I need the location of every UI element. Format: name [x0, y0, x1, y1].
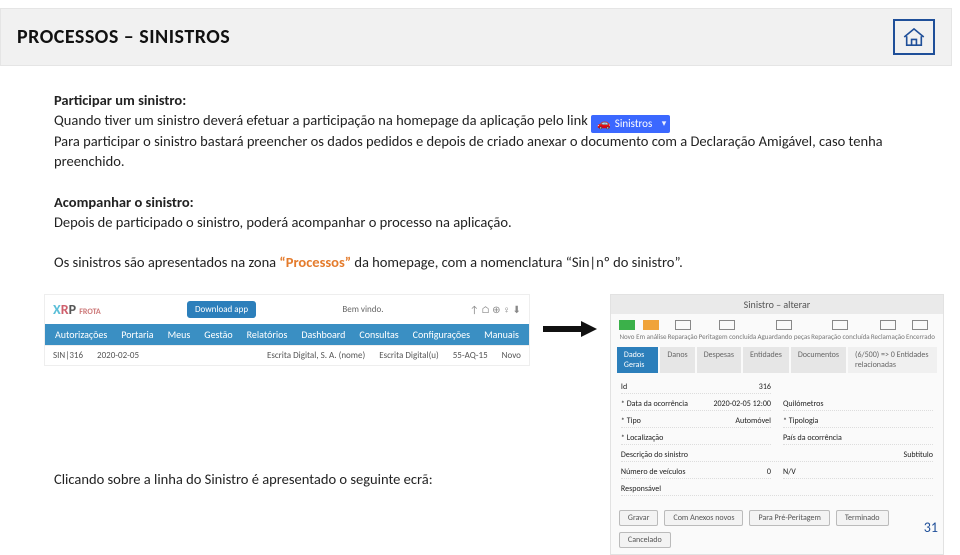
sinistros-link-button[interactable]: 🚗 Sinistros [591, 115, 670, 133]
table-row[interactable]: SIN|3162020-02-05Escrita Digital, S. A. … [45, 345, 529, 365]
highlight-processos: “Processos” [279, 253, 351, 271]
top-icons: ↑ ⌂ ⊕ ♀ ⬇ [470, 303, 521, 316]
heading-participar: Participar um sinistro: [54, 91, 186, 109]
text-line: Os sinistros são apresentados na zona [54, 253, 279, 271]
detail-action-buttons[interactable]: Gravar Com Anexos novos Para Pré-Peritag… [611, 504, 943, 554]
download-app-button[interactable]: Download app [187, 301, 256, 318]
main-menu[interactable]: AutorizaçõesPortariaMeusGestãoRelatórios… [45, 324, 529, 345]
home-icon[interactable] [893, 19, 935, 55]
text-line: Depois de participado o sinistro, poderá… [54, 213, 512, 231]
workflow-steps: Novo Em análise Reparação Peritagem conc… [611, 314, 943, 347]
xrp-logo: XRP FROTA [53, 301, 101, 318]
text-line: da homepage, com a nomenclatura “Sin|nº … [351, 253, 683, 271]
screenshot-sinistro-detail: Sinistro – alterar Novo Em análise Repar… [610, 294, 944, 555]
screenshots-row: XRP FROTA Download app Bem vindo. ↑ ⌂ ⊕ … [0, 292, 960, 555]
detail-title: Sinistro – alterar [611, 295, 943, 314]
footer-instruction: Clicando sobre a linha do Sinistro é apr… [54, 470, 433, 488]
page-number: 31 [924, 519, 938, 536]
title-bar: PROCESSOS – SINISTROS [0, 8, 952, 66]
arrow-icon [540, 320, 600, 338]
text-line: Quando tiver um sinistro deverá efetuar … [54, 111, 588, 129]
welcome-text: Bem vindo. [342, 304, 383, 315]
content-area: Participar um sinistro: Quando tiver um … [0, 66, 960, 272]
section-processos-note: Os sinistros são apresentados na zona “P… [54, 252, 916, 272]
section-acompanhar: Acompanhar o sinistro: Depois de partici… [54, 192, 916, 233]
screenshot-homepage: XRP FROTA Download app Bem vindo. ↑ ⌂ ⊕ … [44, 294, 530, 366]
text-line: Para participar o sinistro bastará preen… [54, 132, 883, 170]
car-icon: 🚗 [597, 116, 611, 131]
detail-form: Id316 * Data da ocorrência2020-02-05 12:… [611, 373, 943, 504]
detail-tabs[interactable]: Dados Gerais Danos Despesas Entidades Do… [611, 347, 943, 373]
section-participar: Participar um sinistro: Quando tiver um … [54, 90, 916, 172]
heading-acompanhar: Acompanhar o sinistro: [54, 193, 194, 211]
page-title: PROCESSOS – SINISTROS [17, 25, 230, 49]
